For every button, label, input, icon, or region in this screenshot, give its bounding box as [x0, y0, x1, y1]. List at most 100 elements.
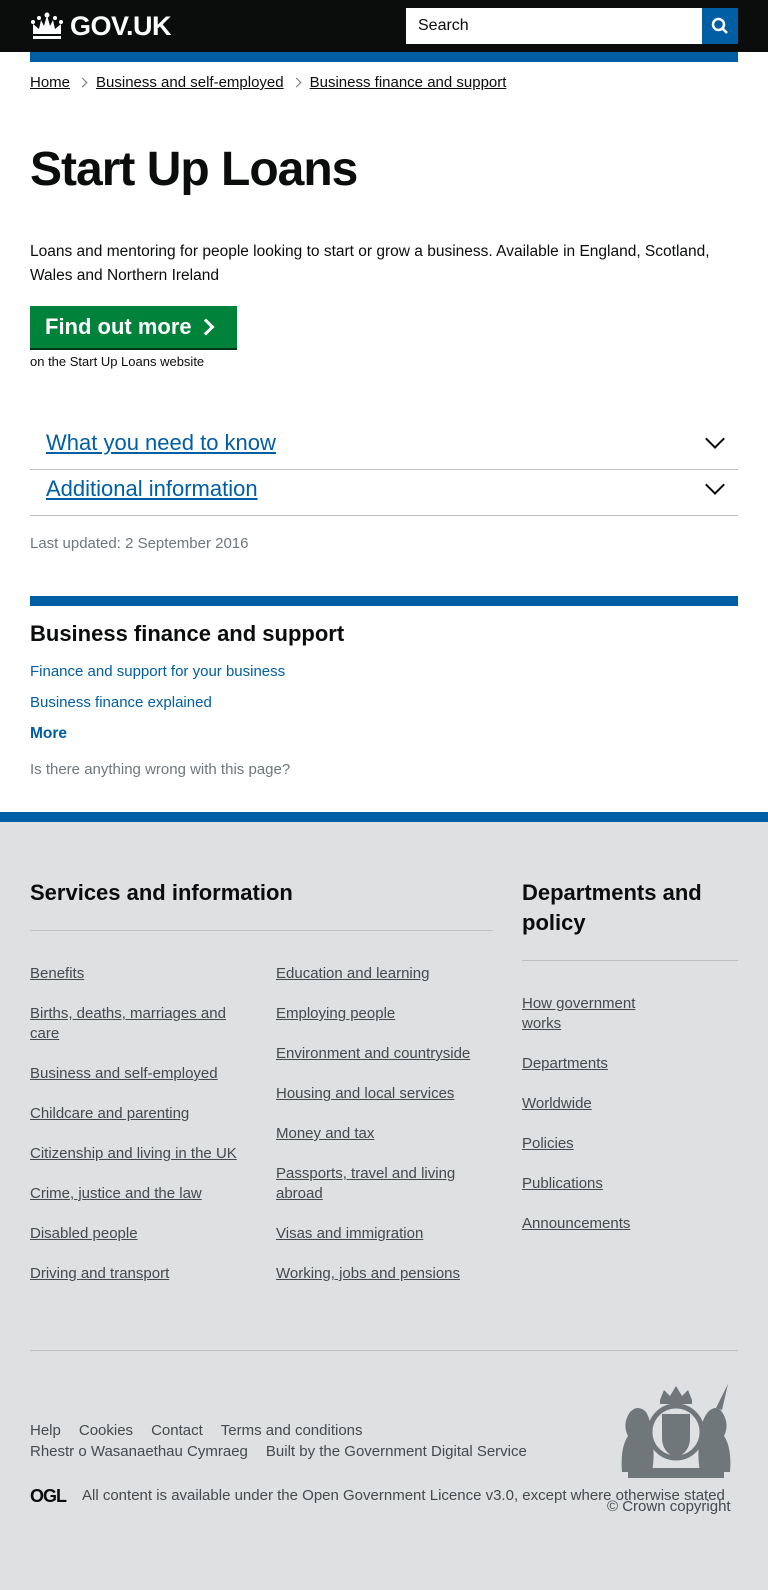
related-heading: Business finance and support: [30, 621, 345, 646]
divider: [522, 960, 738, 961]
govuk-logo-link[interactable]: GOV.UK: [30, 10, 172, 42]
list-item: More: [30, 724, 738, 744]
services-heading: Services and information: [30, 880, 293, 905]
list-item: Worldwide: [522, 1094, 652, 1114]
licence-prefix: All content is available under the: [82, 1487, 298, 1504]
find-out-more-button[interactable]: Find out more: [30, 306, 237, 348]
chevron-right-icon: [197, 318, 215, 336]
search-form: [406, 8, 738, 44]
cookies-link[interactable]: Cookies: [79, 1422, 133, 1439]
departments-heading: Departments and policy: [522, 880, 702, 935]
list-item: Driving and transport: [30, 1264, 245, 1284]
list-item: Visas and immigration: [276, 1224, 486, 1244]
accordion-heading[interactable]: Additional information: [46, 476, 258, 502]
find-out-more-label: Find out more: [45, 314, 192, 339]
list-item: Disabled people: [30, 1224, 245, 1244]
welsh-services-link[interactable]: Rhestr o Wasanaethau Cymraeg: [30, 1443, 248, 1460]
ogl-logo: OGL: [30, 1486, 67, 1506]
chevron-right-icon: [77, 77, 88, 88]
list-item: Crime, justice and the law: [30, 1184, 245, 1204]
footer-link[interactable]: Business and self-employed: [30, 1065, 218, 1082]
report-problem-link[interactable]: Is there anything wrong with this page?: [30, 761, 290, 778]
chevron-down-icon[interactable]: [705, 429, 725, 449]
list-item: Departments: [522, 1054, 652, 1074]
list-item: Publications: [522, 1174, 652, 1194]
list-item: How government works: [522, 994, 652, 1034]
footer-link[interactable]: Driving and transport: [30, 1265, 169, 1282]
site-header: GOV.UK: [0, 0, 768, 62]
search-button[interactable]: [702, 8, 738, 44]
footer-link[interactable]: Crime, justice and the law: [30, 1185, 202, 1202]
footer-link[interactable]: Births, deaths, marriages and care: [30, 1005, 226, 1042]
crown-copyright-link[interactable]: © Crown copyright: [607, 1498, 731, 1515]
footer-link[interactable]: Disabled people: [30, 1225, 138, 1242]
start-button-note: on the Start Up Loans website: [30, 354, 205, 369]
more-link[interactable]: More: [30, 725, 67, 742]
list-item: Business finance explained: [30, 693, 738, 713]
breadcrumb-business[interactable]: Business and self-employed: [96, 74, 284, 91]
accordion-item-additional-info[interactable]: Additional information: [30, 470, 738, 516]
breadcrumb-home[interactable]: Home: [30, 74, 70, 91]
list-item: Education and learning: [276, 964, 486, 984]
list-item: Environment and countryside: [276, 1044, 486, 1064]
footer-link[interactable]: How government works: [522, 995, 635, 1032]
chevron-right-icon: [291, 77, 302, 88]
list-item: Passports, travel and living abroad: [276, 1164, 486, 1204]
footer-link[interactable]: Departments: [522, 1055, 608, 1072]
services-list-right: Education and learning Employing people …: [276, 964, 486, 1304]
magnifier-icon: [711, 17, 728, 34]
breadcrumb: Home Business and self-employed Business…: [30, 74, 506, 91]
related-link[interactable]: Business finance explained: [30, 694, 212, 711]
last-updated: Last updated: 2 September 2016: [30, 535, 249, 552]
footer-link[interactable]: Announcements: [522, 1215, 630, 1232]
departments-list: How government works Departments Worldwi…: [522, 994, 652, 1254]
contact-link[interactable]: Contact: [151, 1422, 203, 1439]
footer-link[interactable]: Citizenship and living in the UK: [30, 1145, 237, 1162]
list-item: Childcare and parenting: [30, 1104, 245, 1124]
meta-links: Help Cookies Contact Terms and condition…: [30, 1422, 545, 1439]
crown-copyright: © Crown copyright: [607, 1498, 731, 1515]
help-link[interactable]: Help: [30, 1422, 61, 1439]
meta-links-second-row: Rhestr o Wasanaethau Cymraeg Built by th…: [30, 1443, 545, 1460]
gds-link[interactable]: Government Digital Service: [344, 1443, 527, 1460]
footer-link[interactable]: Environment and countryside: [276, 1045, 470, 1062]
footer-link[interactable]: Publications: [522, 1175, 603, 1192]
footer-link[interactable]: Working, jobs and pensions: [276, 1265, 460, 1282]
footer-link[interactable]: Benefits: [30, 965, 84, 982]
accordion-heading[interactable]: What you need to know: [46, 430, 276, 456]
chevron-down-icon[interactable]: [705, 475, 725, 495]
page-intro: Loans and mentoring for people looking t…: [30, 243, 710, 284]
footer-meta: Help Cookies Contact Terms and condition…: [30, 1422, 545, 1464]
list-item: Announcements: [522, 1214, 652, 1234]
list-item: Working, jobs and pensions: [276, 1264, 486, 1284]
crown-icon: [31, 12, 63, 39]
footer-link[interactable]: Childcare and parenting: [30, 1105, 189, 1122]
search-input[interactable]: [406, 8, 702, 44]
list-item: Births, deaths, marriages and care: [30, 1004, 245, 1044]
accordion: What you need to know Additional informa…: [30, 424, 738, 516]
site-footer: Services and information Benefits Births…: [0, 812, 768, 1590]
related-link[interactable]: Finance and support for your business: [30, 663, 285, 680]
header-blue-bar: [30, 52, 738, 62]
page-title: Start Up Loans: [30, 143, 358, 196]
list-item: Benefits: [30, 964, 245, 984]
footer-link[interactable]: Employing people: [276, 1005, 395, 1022]
divider: [30, 930, 493, 931]
services-list-left: Benefits Births, deaths, marriages and c…: [30, 964, 245, 1304]
licence-link[interactable]: Open Government Licence v3.0: [302, 1487, 514, 1504]
terms-link[interactable]: Terms and conditions: [221, 1422, 363, 1439]
list-item: Employing people: [276, 1004, 486, 1024]
footer-link[interactable]: Education and learning: [276, 965, 429, 982]
footer-link[interactable]: Housing and local services: [276, 1085, 454, 1102]
footer-link[interactable]: Policies: [522, 1135, 574, 1152]
footer-link[interactable]: Money and tax: [276, 1125, 374, 1142]
footer-link[interactable]: Worldwide: [522, 1095, 592, 1112]
footer-link[interactable]: Visas and immigration: [276, 1225, 423, 1242]
logo-text: GOV.UK: [70, 10, 172, 41]
footer-link[interactable]: Passports, travel and living abroad: [276, 1165, 455, 1202]
built-by-text: Built by the: [265, 1443, 341, 1460]
list-item: Finance and support for your business: [30, 662, 738, 682]
list-item: Policies: [522, 1134, 652, 1154]
breadcrumb-finance[interactable]: Business finance and support: [310, 74, 507, 91]
accordion-item-what-you-need[interactable]: What you need to know: [30, 424, 738, 470]
